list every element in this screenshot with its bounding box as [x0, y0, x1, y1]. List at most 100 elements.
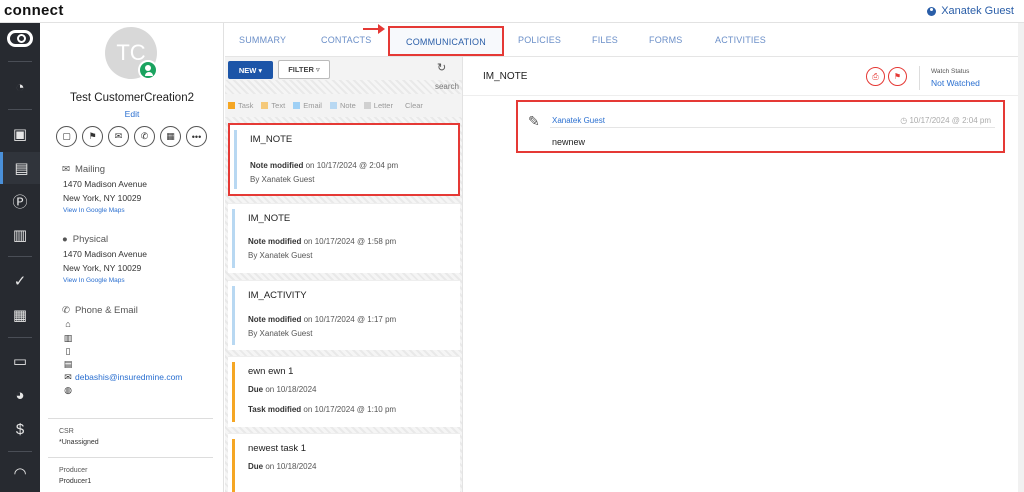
more-icon[interactable]: ••• [186, 126, 207, 147]
tab-activities[interactable]: ACTIVITIES [715, 35, 766, 45]
home-icon: ⌂ [65, 319, 71, 329]
card-modified: Note modified on 10/17/2024 @ 1:17 pm [248, 315, 397, 324]
swatch [228, 102, 235, 109]
check-icon[interactable]: ✓ [0, 265, 40, 297]
nav-divider [8, 337, 32, 338]
customer-name: Test CustomerCreation2 [70, 92, 194, 104]
dollar-icon[interactable]: $ [0, 413, 40, 445]
card-title: newest task 1 [248, 443, 307, 454]
customer-email[interactable]: debashis@insuredmine.com [75, 372, 182, 382]
swatch [329, 102, 337, 109]
type-bar [232, 209, 235, 268]
refresh-icon[interactable]: ↻ [437, 61, 446, 74]
nav-divider [8, 451, 32, 452]
phone-email-heading: ✆ Phone & Email [62, 305, 138, 316]
card-title: IM_ACTIVITY [248, 290, 307, 301]
list-item[interactable]: ewn ewn 1 Due on 10/18/2024 Task modifie… [228, 356, 460, 427]
nav-divider [8, 109, 32, 110]
archive-icon[interactable]: ▭ [0, 345, 40, 377]
card-due: Due on 10/18/2024 [248, 385, 317, 394]
card-author: By Xanatek Guest [248, 329, 313, 338]
calendar-icon[interactable]: ▦ [0, 299, 40, 331]
divider [919, 66, 920, 90]
tab-files[interactable]: FILES [592, 35, 618, 45]
customer-card-icon[interactable]: ▤ [0, 152, 40, 184]
location-pin-icon: ● [62, 234, 68, 245]
analytics-icon[interactable]: ◕ [0, 379, 40, 411]
mailing-maps-link[interactable]: View In Google Maps [63, 207, 125, 214]
type-bar [234, 130, 237, 189]
phone-icon[interactable]: ✆ [134, 126, 155, 147]
building-icon: ▥ [63, 333, 73, 343]
legend-note[interactable]: Note [329, 101, 356, 110]
edit-note-icon[interactable]: ✎ [528, 113, 540, 130]
email-icon: ✉ [64, 372, 72, 382]
watch-status-value[interactable]: Not Watched [931, 78, 980, 88]
policy-icon[interactable]: Ⓟ [0, 185, 40, 217]
divider [463, 95, 1024, 96]
signal-icon[interactable]: ◠ [0, 457, 40, 489]
physical-line2: New York, NY 10029 [63, 263, 142, 273]
mail-icon[interactable]: ✉ [108, 126, 129, 147]
mailing-line1: 1470 Madison Avenue [63, 179, 147, 189]
app-logo[interactable]: connect [4, 2, 64, 19]
physical-maps-link[interactable]: View In Google Maps [63, 277, 125, 284]
contacts-book-icon[interactable]: ▣ [0, 118, 40, 150]
physical-heading: ● Physical [62, 234, 109, 245]
brand-icon[interactable] [7, 30, 33, 47]
divider [48, 457, 213, 458]
type-bar [232, 439, 235, 492]
divider [48, 418, 213, 419]
card-modified: Note modified on 10/17/2024 @ 1:58 pm [248, 237, 397, 246]
tab-contacts[interactable]: CONTACTS [321, 35, 371, 45]
tab-communication[interactable]: COMMUNICATION [388, 26, 504, 56]
flag-icon[interactable]: ⚑ [82, 126, 103, 147]
dashboard-icon[interactable]: ◔ [0, 71, 40, 103]
watch-status-label: Watch Status [931, 68, 970, 75]
mailing-heading: ✉ Mailing [62, 164, 106, 175]
scrollbar[interactable] [1018, 23, 1024, 492]
legend-email[interactable]: Email [293, 101, 322, 110]
legend-letter[interactable]: Letter [363, 101, 393, 110]
tab-policies[interactable]: POLICIES [518, 35, 561, 45]
divider [550, 127, 995, 128]
fax-icon: ▤ [63, 359, 73, 369]
envelope-icon: ✉ [62, 164, 70, 175]
search-input[interactable] [355, 81, 459, 92]
nav-divider [8, 61, 32, 62]
legend-task[interactable]: Task [228, 101, 253, 110]
flag-icon[interactable]: ⚑ [888, 67, 907, 86]
document-icon[interactable]: ▥ [0, 219, 40, 251]
edit-link[interactable]: Edit [40, 109, 224, 119]
type-legend: Task Text Email Note Letter Clear [228, 101, 423, 110]
note-author[interactable]: Xanatek Guest [552, 116, 605, 125]
list-item[interactable]: IM_NOTE Note modified on 10/17/2024 @ 2:… [228, 123, 460, 196]
communication-detail: IM_NOTE ⎙ ⚑ Watch Status Not Watched ✎ X… [463, 57, 1024, 492]
list-item[interactable]: IM_ACTIVITY Note modified on 10/17/2024 … [228, 280, 460, 350]
note-timestamp: ◷ 10/17/2024 @ 2:04 pm [900, 116, 991, 125]
list-item[interactable]: newest task 1 Due on 10/18/2024 [228, 433, 460, 492]
list-item[interactable]: IM_NOTE Note modified on 10/17/2024 @ 1:… [228, 203, 460, 273]
physical-line1: 1470 Madison Avenue [63, 249, 147, 259]
note-body: newnew [552, 137, 586, 147]
tab-forms[interactable]: FORMS [649, 35, 683, 45]
filter-button[interactable]: FILTER ▿ [278, 60, 330, 79]
legend-text[interactable]: Text [261, 101, 285, 110]
detail-title: IM_NOTE [483, 71, 528, 82]
calendar-icon[interactable]: ▦ [160, 126, 181, 147]
user-menu[interactable]: Xanatek Guest [927, 5, 1014, 17]
card-title: ewn ewn 1 [248, 366, 294, 377]
print-icon[interactable]: ⎙ [866, 67, 885, 86]
tab-bar: SUMMARY CONTACTS COMMUNICATION POLICIES … [225, 23, 1024, 57]
annotation-arrow-tab [363, 24, 385, 34]
type-bar [232, 362, 235, 422]
card-title: IM_NOTE [248, 213, 291, 224]
legend-clear[interactable]: Clear [405, 101, 423, 110]
tab-summary[interactable]: SUMMARY [239, 35, 286, 45]
card-author: By Xanatek Guest [248, 251, 313, 260]
nav-divider [8, 256, 32, 257]
customer-profile-panel: TC Test CustomerCreation2 Edit ▢ ⚑ ✉ ✆ ▦… [40, 23, 224, 492]
quick-actions: ▢ ⚑ ✉ ✆ ▦ ••• [56, 126, 207, 147]
note-icon[interactable]: ▢ [56, 126, 77, 147]
new-button[interactable]: NEW ▾ [228, 61, 273, 79]
